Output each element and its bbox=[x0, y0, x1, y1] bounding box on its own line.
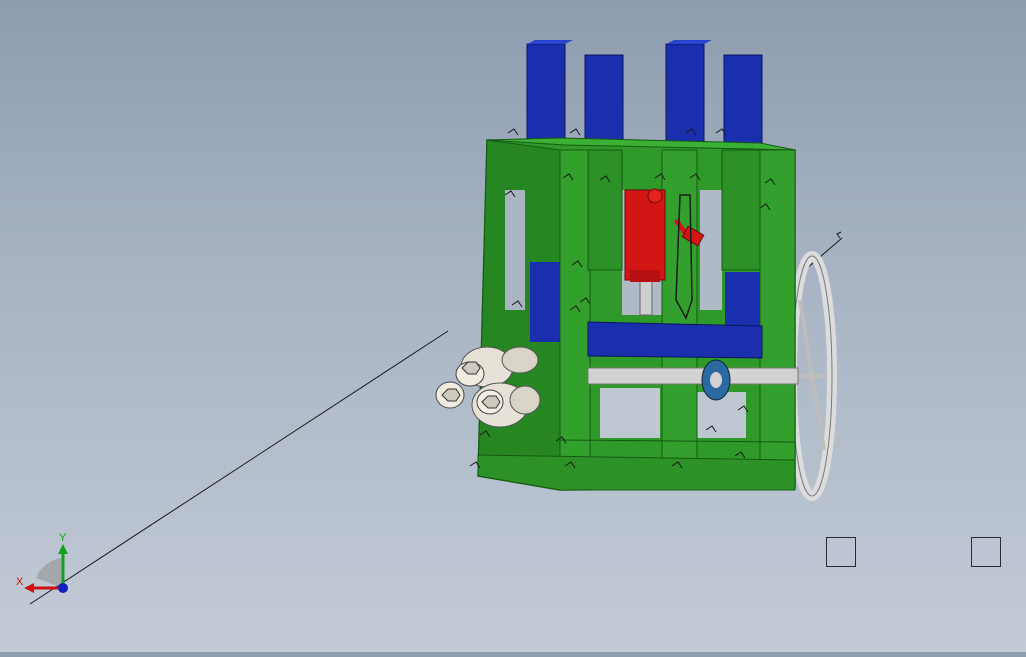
bearing-block[interactable] bbox=[701, 359, 731, 401]
selection-box-left[interactable] bbox=[826, 537, 856, 567]
main-shaft[interactable] bbox=[587, 367, 799, 385]
blue-crossbar[interactable] bbox=[587, 321, 763, 359]
selection-box-right[interactable] bbox=[971, 537, 1001, 567]
blue-post-3[interactable] bbox=[665, 43, 705, 155]
triad-x-label: X bbox=[16, 576, 24, 588]
cad-viewport[interactable]: X Y bbox=[0, 0, 1026, 652]
frame-opening-lower bbox=[600, 388, 660, 438]
bending-rollers[interactable] bbox=[435, 346, 541, 428]
machine-model[interactable] bbox=[435, 40, 842, 501]
triad-y-label: Y bbox=[59, 532, 67, 544]
coordinate-triad bbox=[24, 544, 68, 593]
blue-post-1[interactable] bbox=[526, 43, 566, 155]
reference-line bbox=[29, 330, 449, 605]
blue-post-4[interactable] bbox=[723, 54, 763, 156]
